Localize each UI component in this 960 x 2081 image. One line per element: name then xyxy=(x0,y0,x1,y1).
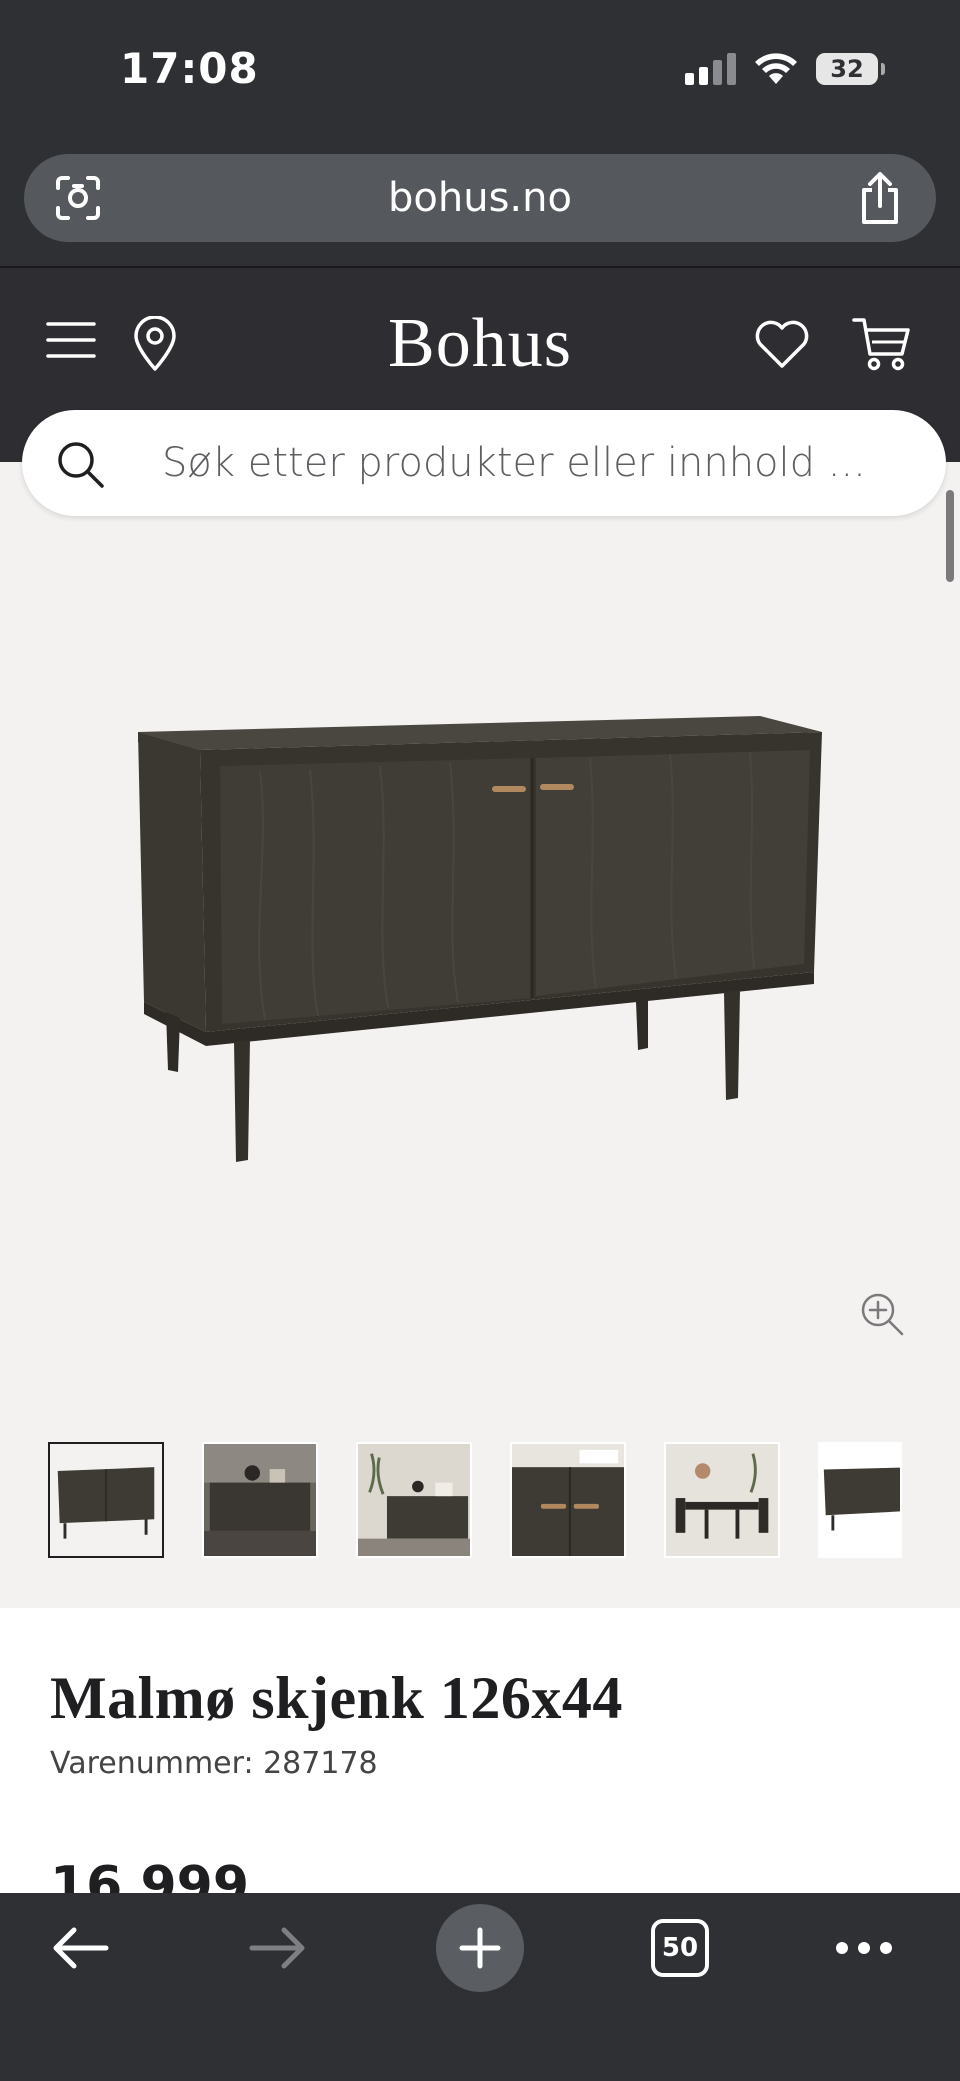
forward-button[interactable] xyxy=(238,1893,318,2003)
wifi-icon xyxy=(755,53,797,84)
product-title: Malmø skjenk 126x44 xyxy=(50,1665,623,1731)
tabs-button[interactable]: 50 xyxy=(640,1893,720,2003)
battery-icon: 32 xyxy=(816,53,885,85)
cellular-signal-icon xyxy=(685,53,736,85)
thumbnail-image xyxy=(50,1444,162,1556)
thumbnail-strip xyxy=(48,1442,902,1558)
product-price: 16 999 xyxy=(50,1856,250,1893)
new-tab-button[interactable] xyxy=(436,1893,524,2003)
page-scrollbar[interactable] xyxy=(946,490,954,582)
address-bar[interactable]: bohus.no xyxy=(24,154,936,242)
thumbnail-image xyxy=(512,1444,624,1556)
more-options-button[interactable] xyxy=(824,1893,904,2003)
site-logo[interactable]: Bohus xyxy=(0,304,960,384)
browser-toolbar: 50 xyxy=(0,1893,960,2081)
thumbnail-sideboard-detail-handles[interactable] xyxy=(510,1442,626,1558)
status-bar: 17:08 32 xyxy=(0,0,960,140)
thumbnail-sideboard-living-room[interactable] xyxy=(202,1442,318,1558)
product-sku: Varenummer: 287178 xyxy=(50,1746,378,1781)
plus-icon xyxy=(436,1904,524,1992)
thumbnail-image xyxy=(204,1444,316,1556)
product-gallery xyxy=(0,462,960,1608)
search-icon xyxy=(58,442,104,488)
back-button[interactable] xyxy=(40,1893,120,2003)
status-icons: 32 xyxy=(685,52,885,86)
product-info: Malmø skjenk 126x44 Varenummer: 287178 1… xyxy=(0,1608,960,1893)
zoom-in-icon[interactable] xyxy=(858,1290,906,1338)
arrow-right-icon xyxy=(249,1927,305,1969)
thumbnail-image xyxy=(820,1444,900,1556)
thumbnail-dining-room-scene[interactable] xyxy=(664,1442,780,1558)
thumbnail-image xyxy=(666,1444,778,1556)
wishlist-heart-icon[interactable] xyxy=(754,318,810,370)
thumbnail-sideboard-with-plants[interactable] xyxy=(356,1442,472,1558)
shopping-cart-icon[interactable] xyxy=(852,316,912,372)
ellipsis-icon xyxy=(836,1942,892,1954)
search-bar[interactable] xyxy=(22,410,946,516)
url-text[interactable]: bohus.no xyxy=(24,154,936,242)
thumbnail-sideboard-front[interactable] xyxy=(48,1442,164,1558)
arrow-left-icon xyxy=(53,1927,109,1969)
browser-address-area: bohus.no xyxy=(0,140,960,266)
status-time: 17:08 xyxy=(120,44,259,93)
tab-count-badge: 50 xyxy=(651,1919,709,1977)
thumbnail-sideboard-angle[interactable] xyxy=(818,1442,902,1558)
share-icon[interactable] xyxy=(856,170,904,226)
thumbnail-image xyxy=(358,1444,470,1556)
search-input[interactable] xyxy=(162,410,902,516)
product-main-image[interactable] xyxy=(120,702,840,1182)
